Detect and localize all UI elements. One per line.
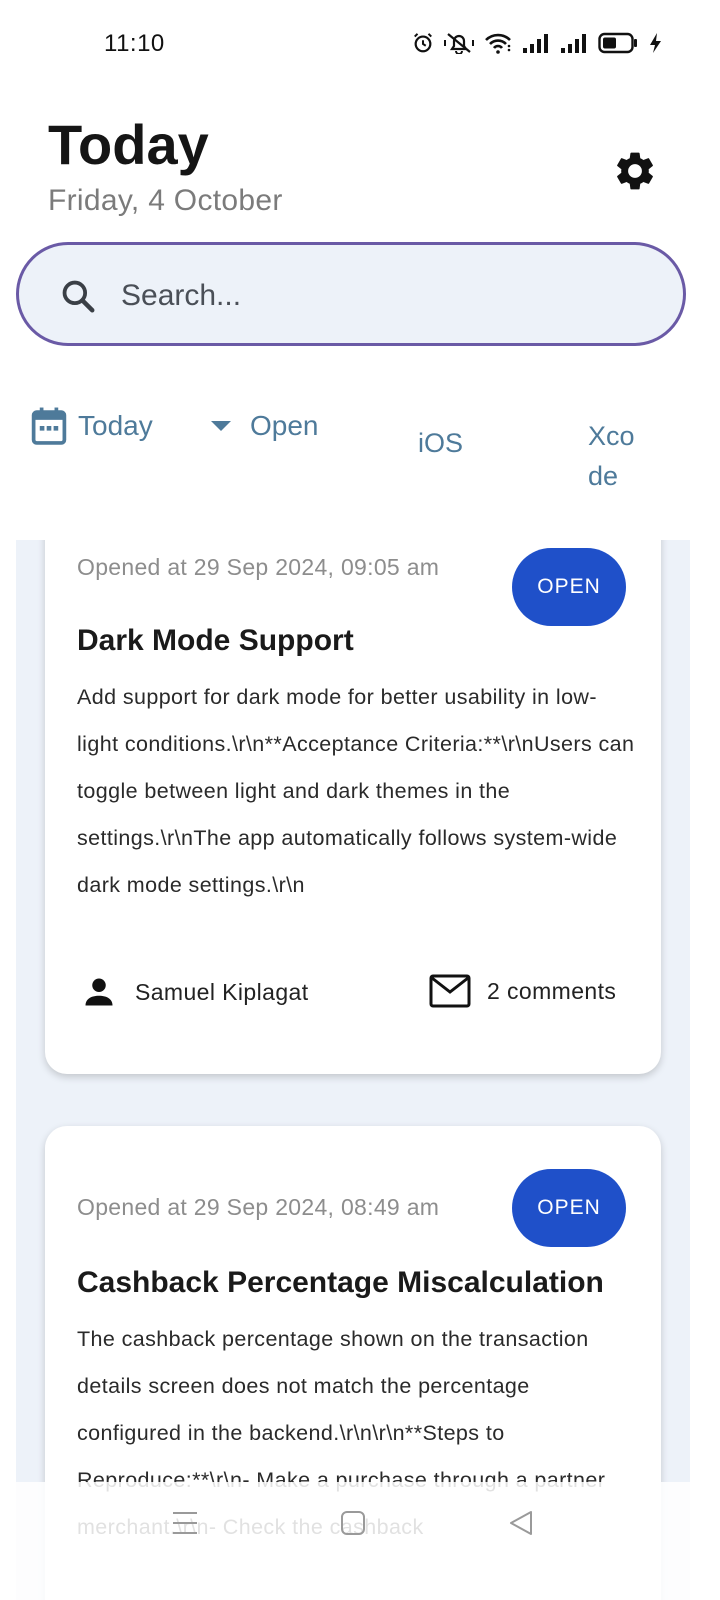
home-icon[interactable] [340, 1510, 366, 1536]
battery-icon [598, 32, 637, 54]
dropdown-arrow-icon [211, 421, 231, 431]
filter-status-label: Open [250, 410, 319, 441]
navigation-bar [0, 1482, 720, 1600]
filter-status[interactable]: Open [208, 410, 319, 442]
search-bar[interactable] [16, 242, 686, 346]
charging-icon [650, 33, 661, 53]
issue-comments[interactable]: 2 comments [429, 974, 616, 1008]
issue-title: Dark Mode Support [77, 624, 354, 657]
issue-meta: Samuel Kiplagat 2 comments [45, 974, 661, 1018]
filter-platform[interactable]: iOS [418, 428, 463, 459]
issue-description: Add support for dark mode for better usa… [77, 685, 635, 897]
status-bar: 11:10 [0, 0, 720, 90]
gear-icon [617, 152, 653, 190]
menu-icon[interactable] [172, 1510, 198, 1536]
signal-icon [523, 34, 548, 53]
person-icon [85, 978, 113, 1006]
issue-title: Cashback Percentage Miscalculation [77, 1266, 604, 1299]
issue-author: Samuel Kiplagat [81, 974, 309, 1010]
status-badge: OPEN [512, 1169, 626, 1247]
page-date: Friday, 4 October [48, 184, 283, 217]
status-time: 11:10 [104, 30, 165, 57]
filter-date-label: Today [78, 410, 153, 441]
alarm-icon [414, 33, 432, 53]
settings-button[interactable] [612, 148, 658, 194]
search-icon [62, 280, 95, 313]
issue-opened-date: Opened at 29 Sep 2024, 09:05 am [77, 554, 440, 580]
filter-tool[interactable]: Xcode [588, 416, 648, 496]
status-badge: OPEN [512, 548, 626, 626]
signal-icon [561, 34, 586, 53]
status-icons [412, 32, 662, 54]
calendar-icon [31, 407, 67, 445]
search-input[interactable] [119, 269, 663, 323]
mute-icon [444, 33, 474, 54]
issue-list[interactable]: Opened at 29 Sep 2024, 09:05 am OPEN Dar… [16, 540, 690, 1600]
mail-icon [429, 974, 471, 1008]
author-name: Samuel Kiplagat [135, 978, 309, 1005]
back-icon[interactable] [508, 1510, 534, 1536]
issue-opened-date: Opened at 29 Sep 2024, 08:49 am [77, 1194, 440, 1220]
page-title: Today [48, 113, 209, 176]
filter-date[interactable]: Today [30, 406, 153, 446]
comments-count: 2 comments [487, 977, 617, 1004]
wifi-icon [485, 33, 511, 54]
issue-card[interactable]: Opened at 29 Sep 2024, 09:05 am OPEN Dar… [45, 540, 661, 1074]
